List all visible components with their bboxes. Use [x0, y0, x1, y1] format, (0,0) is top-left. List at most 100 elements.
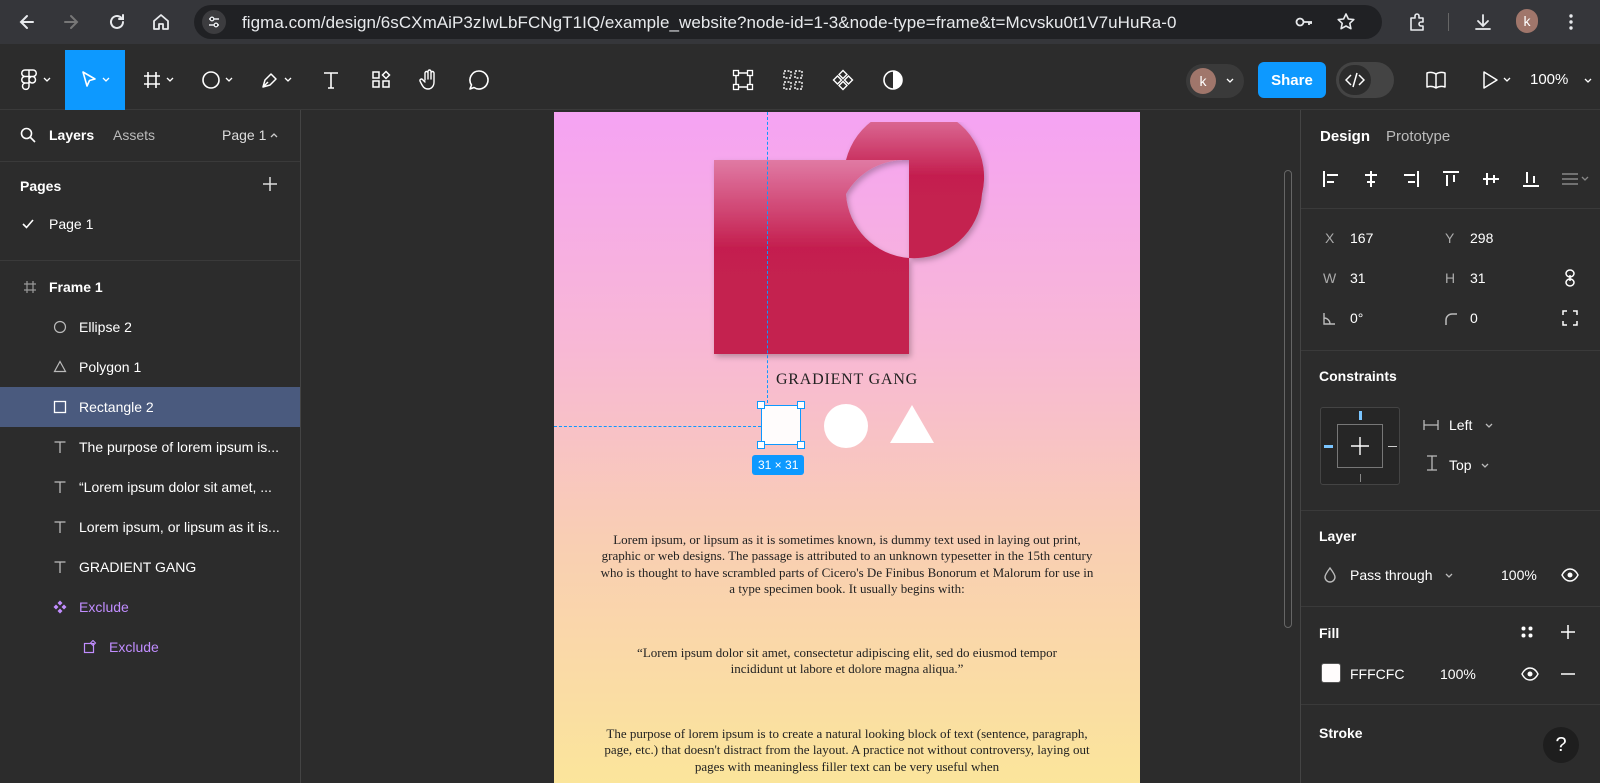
fill-visibility-eye-icon[interactable] — [1521, 667, 1539, 681]
layer-row[interactable]: Ellipse 2 — [0, 307, 300, 347]
component-button[interactable] — [828, 50, 858, 110]
layer-row[interactable]: Polygon 1 — [0, 347, 300, 387]
y-input[interactable]: 298 — [1470, 230, 1493, 246]
page-item[interactable]: Page 1 — [0, 204, 300, 244]
resources-button[interactable] — [366, 50, 396, 110]
add-fill-icon[interactable] — [1560, 624, 1576, 640]
resize-handle[interactable] — [757, 441, 765, 449]
layer-row[interactable]: Lorem ipsum, or lipsum as it is... — [0, 507, 300, 547]
move-tool-button[interactable] — [65, 50, 125, 110]
layer-row[interactable]: GRADIENT GANG — [0, 547, 300, 587]
zoom-level[interactable]: 100% — [1530, 71, 1568, 88]
extensions-icon[interactable] — [1406, 11, 1428, 33]
align-vertical-center-icon[interactable] — [1480, 168, 1502, 190]
align-bottom-icon[interactable] — [1520, 168, 1542, 190]
forward-icon[interactable] — [60, 11, 82, 33]
tab-design[interactable]: Design — [1320, 128, 1370, 145]
constraint-left-active[interactable] — [1324, 445, 1333, 448]
multiplayer-avatars[interactable]: k — [1186, 64, 1244, 98]
share-button[interactable]: Share — [1258, 62, 1326, 98]
styles-grid-icon[interactable] — [1520, 625, 1534, 639]
rectangle-2[interactable] — [761, 405, 801, 445]
layer-row[interactable]: Rectangle 2 — [0, 387, 300, 427]
independent-corners-icon[interactable] — [1562, 310, 1578, 326]
corner-radius-input[interactable]: 0 — [1470, 310, 1478, 326]
frame-1[interactable]: GRADIENT GANG 31 × 31 Lorem ipsum, or li… — [554, 112, 1140, 783]
paragraph-quote[interactable]: “Lorem ipsum dolor sit amet, consectetur… — [632, 645, 1062, 678]
library-button[interactable] — [1424, 50, 1448, 110]
hand-tool-button[interactable] — [414, 50, 444, 110]
horizontal-constraint-select[interactable]: Left — [1449, 417, 1472, 433]
paragraph-lorem-intro[interactable]: Lorem ipsum, or lipsum as it is sometime… — [598, 532, 1096, 597]
width-input[interactable]: 31 — [1350, 270, 1366, 286]
gradient-gang-title[interactable]: GRADIENT GANG — [554, 371, 1140, 388]
shape-tool-button[interactable] — [194, 50, 240, 110]
exclude-shape[interactable] — [709, 122, 989, 372]
transform-button[interactable] — [728, 50, 758, 110]
comment-tool-button[interactable] — [464, 50, 494, 110]
tab-assets[interactable]: Assets — [113, 127, 155, 143]
profile-avatar[interactable]: k — [1516, 9, 1538, 33]
site-settings-icon[interactable] — [202, 10, 226, 34]
polygon-1[interactable] — [889, 404, 935, 444]
reload-icon[interactable] — [106, 11, 128, 33]
resize-handle[interactable] — [797, 401, 805, 409]
align-horizontal-center-icon[interactable] — [1360, 168, 1382, 190]
add-page-icon[interactable] — [262, 176, 278, 192]
vertical-constraint-select[interactable]: Top — [1449, 457, 1472, 473]
layer-row[interactable]: Exclude — [0, 627, 300, 667]
height-input[interactable]: 31 — [1470, 270, 1486, 286]
remove-fill-icon[interactable] — [1560, 673, 1576, 675]
text-tool-button[interactable] — [316, 50, 346, 110]
frame-tool-button[interactable] — [135, 50, 181, 110]
canvas-scrollbar[interactable] — [1284, 170, 1292, 628]
constrain-proportions-icon[interactable] — [1563, 269, 1577, 287]
bookmark-star-icon[interactable] — [1336, 12, 1356, 32]
chevron-up-icon[interactable] — [270, 132, 278, 138]
dev-mode-toggle[interactable] — [1336, 62, 1394, 98]
constraint-bottom[interactable] — [1360, 474, 1361, 482]
layer-opacity-input[interactable]: 100% — [1501, 567, 1537, 583]
fill-hex-input[interactable]: FFFCFC — [1350, 666, 1404, 682]
x-input[interactable]: 167 — [1350, 230, 1373, 246]
home-icon[interactable] — [150, 11, 172, 33]
downloads-icon[interactable] — [1472, 11, 1494, 33]
url-text[interactable]: figma.com/design/6sCXmAiP3zIwLbFCNgT1IQ/… — [242, 13, 1177, 33]
fill-color-swatch[interactable] — [1321, 663, 1341, 683]
align-top-icon[interactable] — [1440, 168, 1462, 190]
pen-tool-button[interactable] — [253, 50, 299, 110]
layer-row[interactable]: Frame 1 — [0, 267, 300, 307]
avatar[interactable]: k — [1190, 68, 1216, 94]
resize-handle[interactable] — [757, 401, 765, 409]
present-button[interactable] — [1478, 50, 1514, 110]
address-bar[interactable]: figma.com/design/6sCXmAiP3zIwLbFCNgT1IQ/… — [194, 5, 1382, 39]
help-button[interactable]: ? — [1543, 727, 1579, 763]
tab-prototype[interactable]: Prototype — [1386, 128, 1450, 145]
blend-mode-select[interactable]: Pass through — [1350, 567, 1433, 583]
constraint-top-active[interactable] — [1359, 411, 1362, 420]
layer-row[interactable]: Exclude — [0, 587, 300, 627]
grid-layout-button[interactable] — [778, 50, 808, 110]
rotation-input[interactable]: 0° — [1350, 310, 1363, 326]
search-icon[interactable] — [20, 127, 36, 143]
contrast-button[interactable] — [878, 50, 908, 110]
align-right-icon[interactable] — [1400, 168, 1422, 190]
constraints-widget[interactable] — [1320, 407, 1400, 485]
constraint-right[interactable] — [1388, 446, 1397, 447]
eye-icon[interactable] — [1561, 568, 1579, 582]
distribute-icon[interactable] — [1559, 168, 1591, 190]
design-canvas[interactable]: GRADIENT GANG 31 × 31 Lorem ipsum, or li… — [301, 110, 1300, 783]
align-left-icon[interactable] — [1320, 168, 1342, 190]
layer-row[interactable]: “Lorem ipsum dolor sit amet, ... — [0, 467, 300, 507]
back-icon[interactable] — [16, 11, 38, 33]
password-key-icon[interactable] — [1294, 12, 1314, 32]
layer-row[interactable]: The purpose of lorem ipsum is... — [0, 427, 300, 467]
browser-menu-icon[interactable] — [1560, 11, 1582, 33]
ellipse-2[interactable] — [824, 404, 868, 448]
paragraph-purpose[interactable]: The purpose of lorem ipsum is to create … — [598, 726, 1096, 775]
tab-layers[interactable]: Layers — [49, 127, 94, 143]
fill-opacity-input[interactable]: 100% — [1440, 666, 1476, 682]
main-menu-button[interactable] — [10, 50, 60, 110]
page-selector[interactable]: Page 1 — [222, 127, 266, 143]
resize-handle[interactable] — [797, 441, 805, 449]
